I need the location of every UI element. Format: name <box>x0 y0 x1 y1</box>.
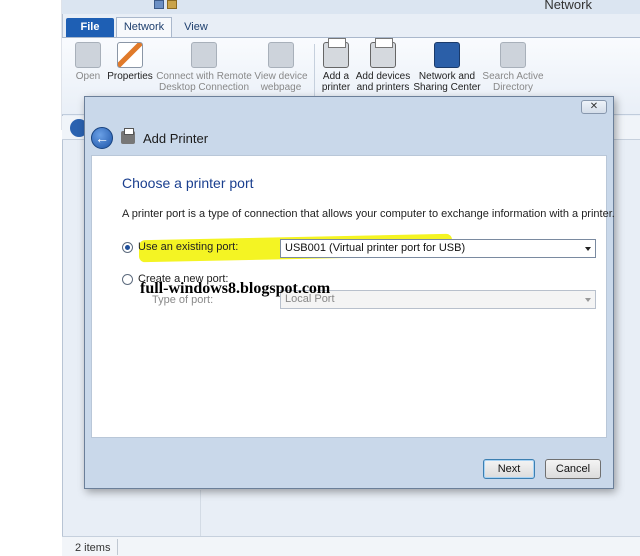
existing-port-radio[interactable] <box>122 242 133 253</box>
existing-port-select[interactable]: USB001 (Virtual printer port for USB) <box>280 239 596 258</box>
dialog-header: ← Add Printer <box>91 119 607 155</box>
network-center-icon <box>434 42 460 68</box>
cancel-button[interactable]: Cancel <box>545 459 601 479</box>
dialog-title: Add Printer <box>143 131 209 146</box>
remote-desktop-button[interactable]: Connect with Remote Desktop Connection <box>156 42 252 93</box>
open-icon <box>75 42 101 68</box>
active-directory-button[interactable]: Search Active Directory <box>482 42 544 93</box>
printer-icon <box>121 128 135 144</box>
open-button[interactable]: Open <box>70 42 106 82</box>
properties-button[interactable]: Properties <box>106 42 154 82</box>
device-webpage-icon <box>268 42 294 68</box>
add-printer-label: Add a printer <box>321 71 351 93</box>
quick-access-toolbar[interactable] <box>154 0 177 10</box>
active-directory-label: Search Active Directory <box>482 71 544 93</box>
properties-icon <box>117 42 143 68</box>
add-devices-label: Add devices and printers <box>355 71 411 93</box>
chevron-down-icon <box>585 247 591 251</box>
remote-desktop-icon <box>191 42 217 68</box>
add-printer-ribbon-button[interactable]: Add a printer <box>318 38 354 93</box>
status-bar: 2 items <box>62 536 640 556</box>
close-button[interactable]: ✕ <box>581 100 607 114</box>
page-heading: Choose a printer port <box>122 175 254 191</box>
add-devices-button[interactable]: Add devices and printers <box>354 38 412 93</box>
open-label: Open <box>75 71 101 82</box>
existing-port-value: USB001 (Virtual printer port for USB) <box>285 242 466 254</box>
window-title: Network <box>544 0 592 12</box>
tab-file[interactable]: File <box>66 18 114 37</box>
pane-divider <box>200 490 201 536</box>
chevron-down-icon <box>585 298 591 302</box>
item-count: 2 items <box>75 542 111 554</box>
status-separator <box>117 539 118 555</box>
device-webpage-label: View device webpage <box>254 71 308 93</box>
blog-watermark: full-windows8.blogspot.com <box>140 280 331 297</box>
ribbon-tabs: File Network View <box>62 16 640 38</box>
device-webpage-button[interactable]: View device webpage <box>252 42 310 93</box>
next-button[interactable]: Next <box>483 459 535 479</box>
remote-desktop-label: Connect with Remote Desktop Connection <box>156 71 252 93</box>
folder-icon[interactable] <box>154 0 164 9</box>
page-description: A printer port is a type of connection t… <box>122 208 615 220</box>
properties-label: Properties <box>107 71 153 82</box>
network-center-label: Network and Sharing Center <box>413 71 481 93</box>
network-center-button[interactable]: Network and Sharing Center <box>412 42 482 93</box>
properties-quick-icon[interactable] <box>167 0 177 9</box>
devices-printers-icon <box>370 38 396 68</box>
back-arrow-icon[interactable]: ← <box>91 127 113 149</box>
new-port-radio[interactable] <box>122 274 133 285</box>
explorer-titlebar: Network <box>62 0 640 14</box>
existing-port-label[interactable]: Use an existing port: <box>138 241 238 253</box>
tab-view[interactable]: View <box>176 18 216 37</box>
tab-network[interactable]: Network <box>116 17 172 38</box>
active-directory-icon <box>500 42 526 68</box>
printer-icon <box>323 38 349 68</box>
left-desktop-area <box>0 0 62 130</box>
